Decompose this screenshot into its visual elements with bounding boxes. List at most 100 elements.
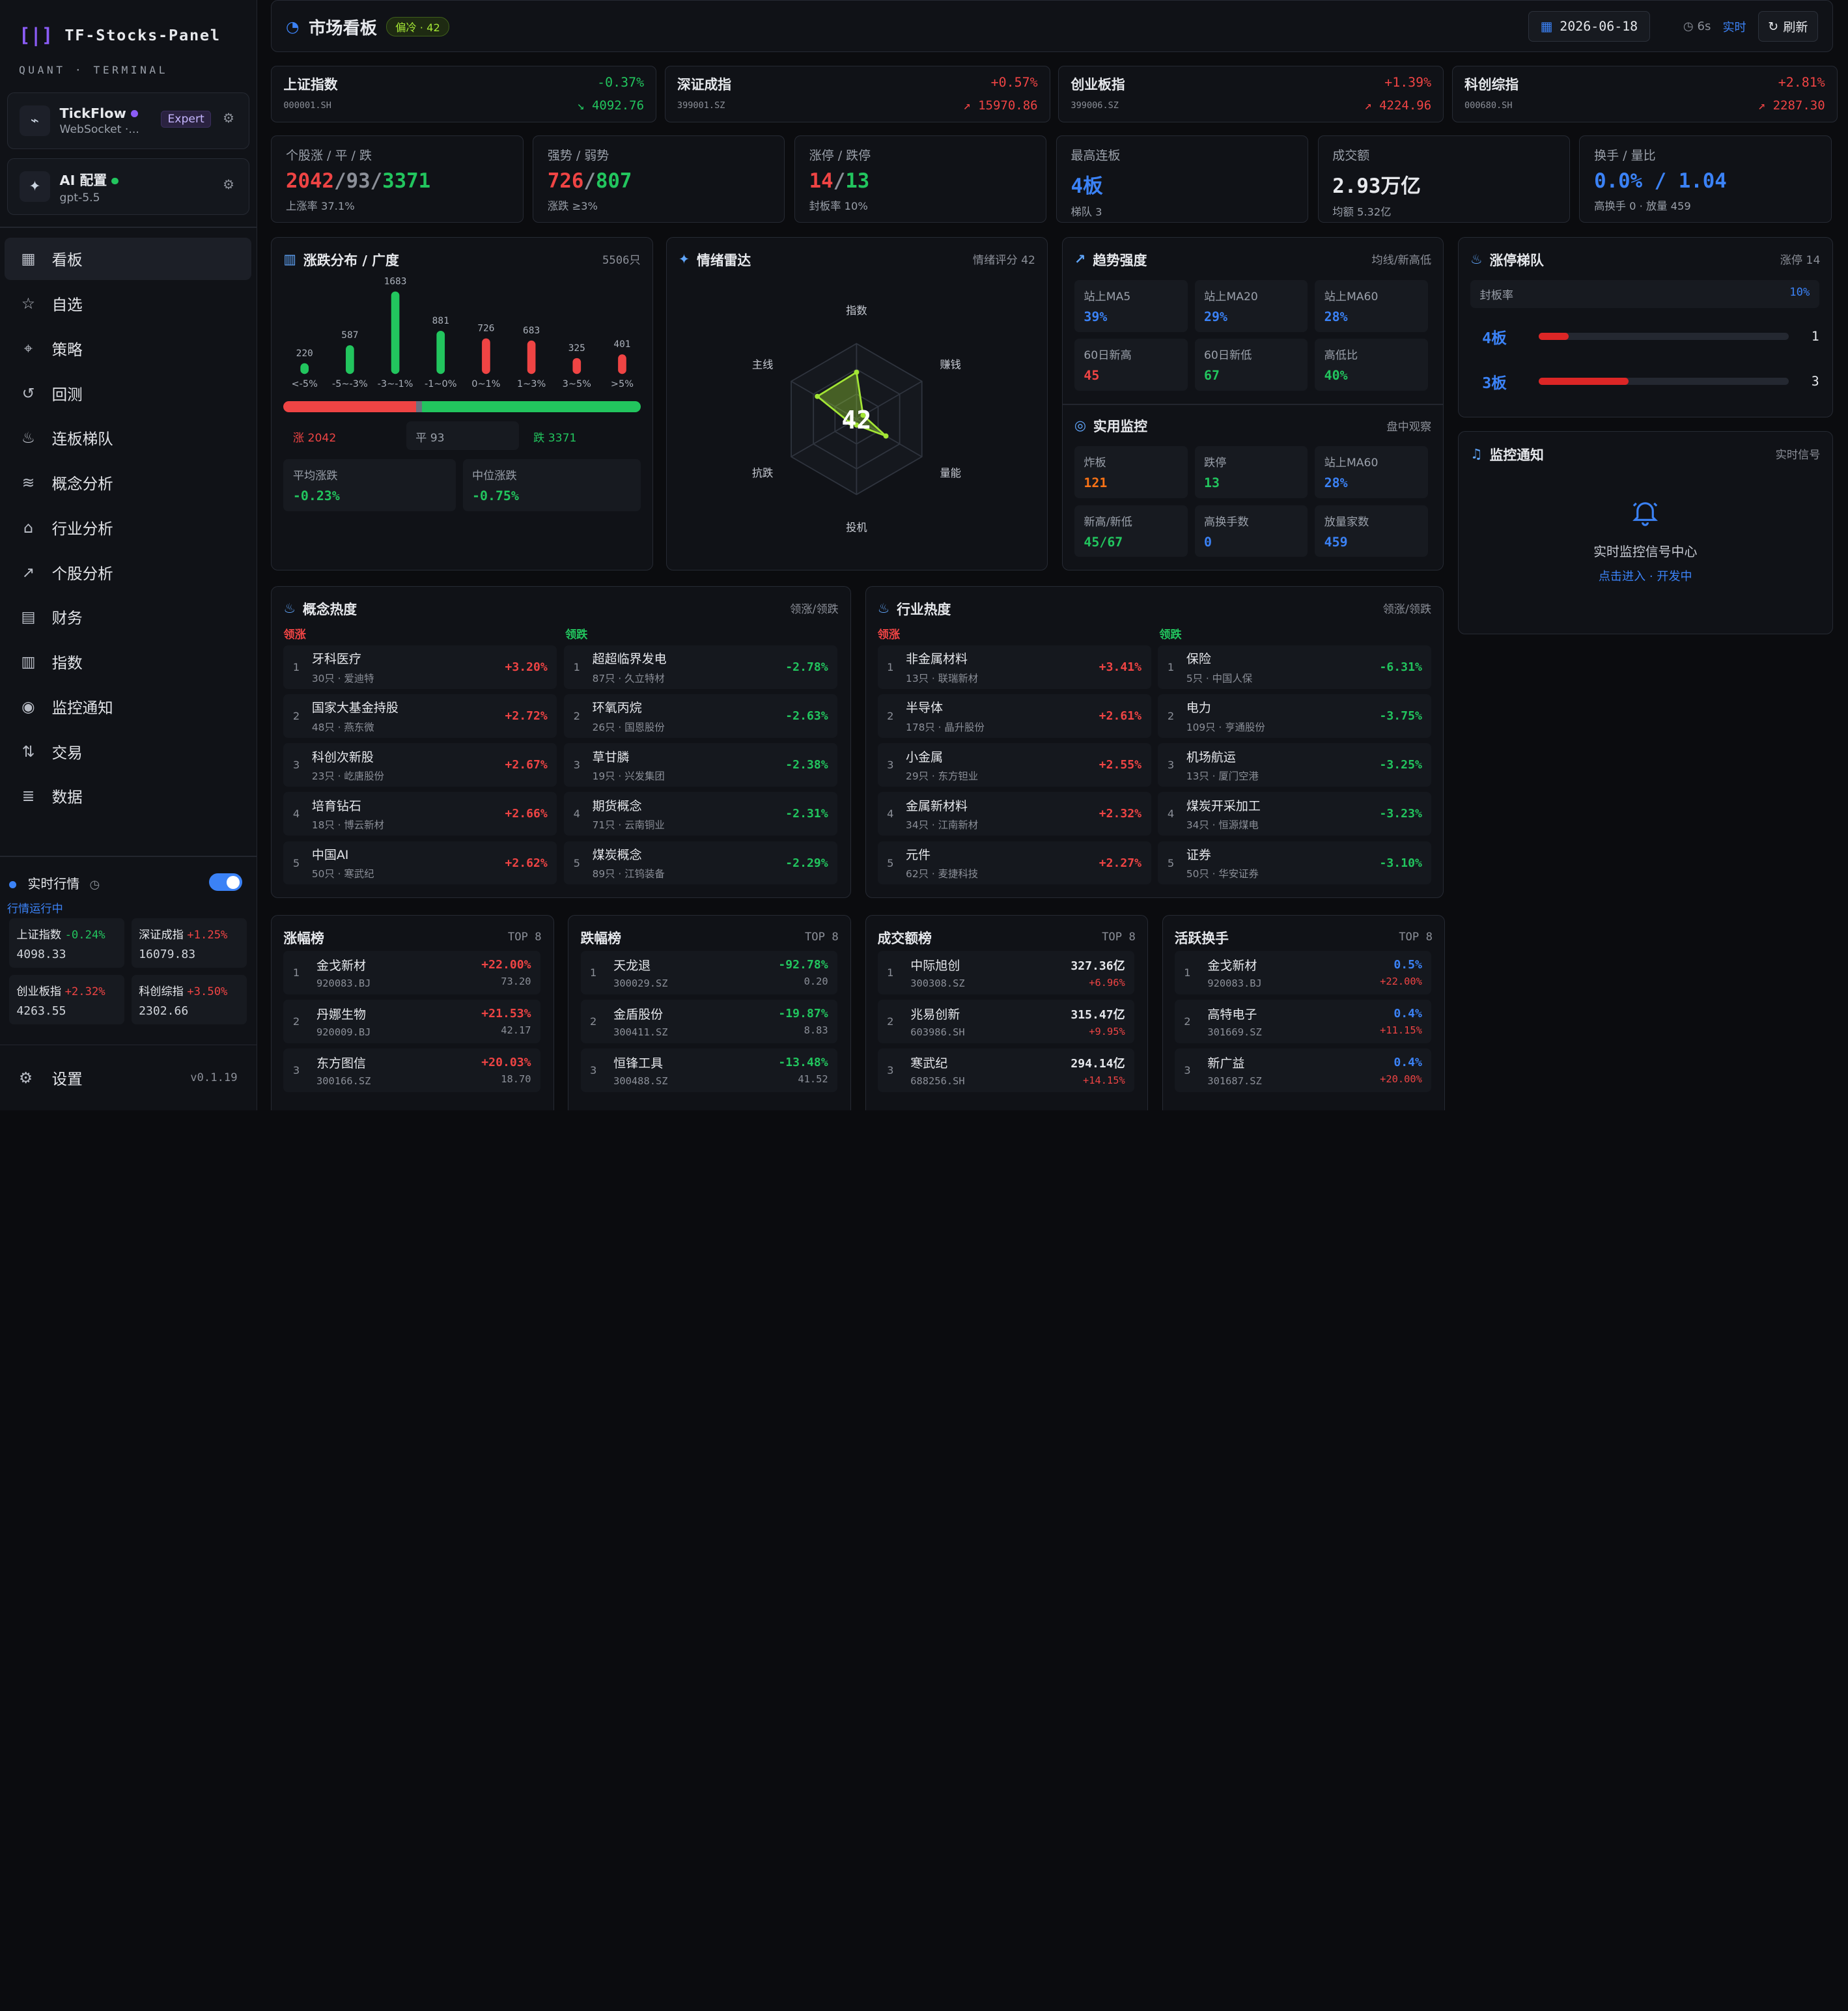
concept-row[interactable]: 4 期货概念 71只 · 云南铜业 -2.31% xyxy=(564,792,838,836)
nav-item-10[interactable]: ◉ 监控通知 xyxy=(5,685,251,727)
gear-icon[interactable]: ⚙ xyxy=(223,177,234,192)
notify-panel: ♫ 监控通知 实时信号 实时监控信号中心 点击进入 · 开发中 xyxy=(1457,431,1833,634)
rank-number: 2 xyxy=(1184,1015,1191,1028)
nav-item-5[interactable]: ≋ 概念分析 xyxy=(5,461,251,503)
nav-item-2[interactable]: ⌖ 策略 xyxy=(5,327,251,369)
notify-center[interactable]: 实时监控信号中心 点击进入 · 开发中 xyxy=(1459,498,1832,584)
median-change: 中位涨跌 -0.75% xyxy=(462,459,641,511)
metric-value: 39% xyxy=(1084,309,1108,324)
nav-item-3[interactable]: ↺ 回测 xyxy=(5,372,251,414)
nav-item-7[interactable]: ↗ 个股分析 xyxy=(5,551,251,593)
ranking-row[interactable]: 1 金戈新材 920083.BJ +22.00% 73.20 xyxy=(283,950,540,994)
settings-item[interactable]: ⚙ 设置 v0.1.19 xyxy=(0,1044,257,1110)
ranking-row[interactable]: 3 东方图信 300166.SZ +20.03% 18.70 xyxy=(283,1048,540,1093)
ranking-row[interactable]: 1 天龙退 300029.SZ -92.78% 0.20 xyxy=(580,950,838,994)
index-card-1[interactable]: 深证成指 399001.SZ +0.57% ↗ 15970.86 xyxy=(664,66,1050,123)
bar-mark xyxy=(527,341,536,374)
concept-row[interactable]: 2 国家大基金持股 48只 · 燕东微 +2.72% xyxy=(283,694,557,738)
mini-index-2[interactable]: 创业板指 +2.32% 4263.55 xyxy=(9,974,125,1024)
index-value: ↗ 15970.86 xyxy=(963,98,1038,113)
industry-row[interactable]: 4 煤炭开采加工 34只 · 恒源煤电 -3.23% xyxy=(1158,792,1432,836)
radio-icon: ◉ xyxy=(21,697,35,716)
rank-number: 5 xyxy=(887,856,894,869)
ranking-row[interactable]: 1 中际旭创 300308.SZ 327.36亿 +6.96% xyxy=(877,950,1135,994)
industry-row[interactable]: 4 金属新材料 34只 · 江南新材 +2.32% xyxy=(877,792,1151,836)
industry-row[interactable]: 3 机场航运 13只 · 厦门空港 -3.25% xyxy=(1158,743,1432,787)
row-name: 金属新材料 xyxy=(906,798,968,813)
industry-row[interactable]: 1 非金属材料 13只 · 联瑞新材 +3.41% xyxy=(877,645,1151,690)
nav-item-8[interactable]: ▤ 财务 xyxy=(5,596,251,638)
bar-value-label: 726 xyxy=(478,324,495,334)
ranking-right: TOP 8 xyxy=(1399,930,1433,944)
concept-row[interactable]: 3 科创次新股 23只 · 屹唐股份 +2.67% xyxy=(283,743,557,787)
concept-row[interactable]: 3 草甘膦 19只 · 兴发集团 -2.38% xyxy=(564,743,838,787)
ladder-row-1[interactable]: 3板 3 xyxy=(1482,367,1819,395)
mini-index-value: 4263.55 xyxy=(16,1004,66,1018)
interval-selector[interactable]: ◷ 6s xyxy=(1683,20,1711,33)
concept-row[interactable]: 1 超超临界发电 87只 · 久立特材 -2.78% xyxy=(564,645,838,690)
stock-code: 920083.BJ xyxy=(316,977,371,989)
notify-link[interactable]: 点击进入 · 开发中 xyxy=(1459,567,1832,584)
nav-item-9[interactable]: ▥ 指数 xyxy=(5,641,251,683)
ranking-row[interactable]: 2 高特电子 301669.SZ 0.4% +11.15% xyxy=(1174,999,1432,1043)
row-name: 煤炭开采加工 xyxy=(1186,798,1261,813)
realtime-toggle[interactable] xyxy=(209,873,242,892)
calendar-icon: ▦ xyxy=(1540,19,1553,35)
index-name: 深证成指 xyxy=(677,77,732,93)
metric-value: 29% xyxy=(1203,309,1227,324)
industry-row[interactable]: 5 元件 62只 · 麦捷科技 +2.27% xyxy=(877,841,1151,885)
rank-number: 2 xyxy=(589,1015,597,1028)
stat-value-part: 13 xyxy=(845,169,870,193)
live-link[interactable]: 实时 xyxy=(1722,18,1746,35)
industry-row[interactable]: 2 电力 109只 · 亨通股份 -3.75% xyxy=(1158,694,1432,738)
row-change: +2.32% xyxy=(1099,807,1142,821)
ranking-row[interactable]: 2 兆易创新 603986.SH 315.47亿 +9.95% xyxy=(877,999,1135,1043)
nav-item-12[interactable]: ≣ 数据 xyxy=(5,775,251,817)
mini-index-0[interactable]: 上证指数 -0.24% 4098.33 xyxy=(9,918,125,968)
index-card-2[interactable]: 创业板指 399006.SZ +1.39% ↗ 4224.96 xyxy=(1058,66,1444,123)
stat-value-part: 4板 xyxy=(1071,174,1103,198)
mini-index-change: +3.50% xyxy=(187,985,228,998)
gear-icon[interactable]: ⚙ xyxy=(223,111,234,126)
ranking-row[interactable]: 1 金戈新材 920083.BJ 0.5% +22.00% xyxy=(1174,950,1432,994)
ranking-row[interactable]: 3 新广益 301687.SZ 0.4% +20.00% xyxy=(1174,1048,1432,1093)
concept-row[interactable]: 5 中国AI 50只 · 寒武纪 +2.62% xyxy=(283,841,557,885)
concept-row[interactable]: 4 培育钻石 18只 · 博云新材 +2.66% xyxy=(283,792,557,836)
industry-row[interactable]: 2 半导体 178只 · 晶升股份 +2.61% xyxy=(877,694,1151,738)
concept-row[interactable]: 1 牙科医疗 30只 · 爱迪特 +3.20% xyxy=(283,645,557,690)
rank-number: 2 xyxy=(887,1015,894,1028)
nav-item-6[interactable]: ⌂ 行业分析 xyxy=(5,506,251,548)
stat-sub: 高换手 0 · 放量 459 xyxy=(1594,199,1691,212)
trend-metric-4: 60日新低 67 xyxy=(1194,339,1308,391)
ladder-panel: ♨ 涨停梯队 涨停 14 封板率 10% 4板 1 3板 3 xyxy=(1457,236,1833,417)
refresh-button[interactable]: ↻ 刷新 xyxy=(1757,11,1818,42)
ladder-row-0[interactable]: 4板 1 xyxy=(1482,322,1819,350)
nav-item-4[interactable]: ♨ 连板梯队 xyxy=(5,417,251,459)
bar-category-label: <-5% xyxy=(292,380,318,390)
industry-row[interactable]: 3 小金属 29只 · 东方钽业 +2.55% xyxy=(877,743,1151,787)
index-card-3[interactable]: 科创综指 000680.SH +2.81% ↗ 2287.30 xyxy=(1451,66,1838,123)
row-change: -3.23% xyxy=(1379,807,1422,821)
nav-item-0[interactable]: ▦ 看板 xyxy=(5,237,252,280)
ranking-row[interactable]: 2 金盾股份 300411.SZ -19.87% 8.83 xyxy=(580,999,838,1043)
ranking-row[interactable]: 3 寒武纪 688256.SH 294.14亿 +14.15% xyxy=(877,1048,1135,1093)
source-card-1[interactable]: ✦ AI 配置 gpt-5.5 ⚙ xyxy=(7,158,249,216)
flame-icon: ♨ xyxy=(1470,251,1483,267)
date-picker[interactable]: ▦ 2026-06-18 xyxy=(1528,11,1651,42)
rank-sub-value: +11.15% xyxy=(1380,1024,1422,1036)
source-card-0[interactable]: ⌁ TickFlow WebSocket ·... Expert ⚙ xyxy=(7,92,249,149)
industry-row[interactable]: 1 保险 5只 · 中国人保 -6.31% xyxy=(1158,645,1432,690)
nav-item-11[interactable]: ⇅ 交易 xyxy=(5,730,251,772)
concept-row[interactable]: 5 煤炭概念 89只 · 江钨装备 -2.29% xyxy=(564,841,838,885)
ranking-row[interactable]: 2 丹娜生物 920009.BJ +21.53% 42.17 xyxy=(283,999,540,1043)
row-change: +2.72% xyxy=(505,709,548,724)
index-card-0[interactable]: 上证指数 000001.SH -0.37% ↘ 4092.76 xyxy=(271,66,657,123)
mini-index-1[interactable]: 深证成指 +1.25% 16079.83 xyxy=(132,918,247,968)
industry-row[interactable]: 5 证券 50只 · 华安证券 -3.10% xyxy=(1158,841,1432,885)
app-logo[interactable]: [|] TF-Stocks-Panel xyxy=(0,0,257,52)
mini-index-3[interactable]: 科创综指 +3.50% 2302.66 xyxy=(132,974,247,1024)
nav-item-1[interactable]: ☆ 自选 xyxy=(5,282,251,324)
lead-down-label: 领跌 xyxy=(1159,628,1182,642)
ranking-row[interactable]: 3 恒锋工具 300488.SZ -13.48% 41.52 xyxy=(580,1048,838,1093)
concept-row[interactable]: 2 环氧丙烷 26只 · 国恩股份 -2.63% xyxy=(564,694,838,738)
